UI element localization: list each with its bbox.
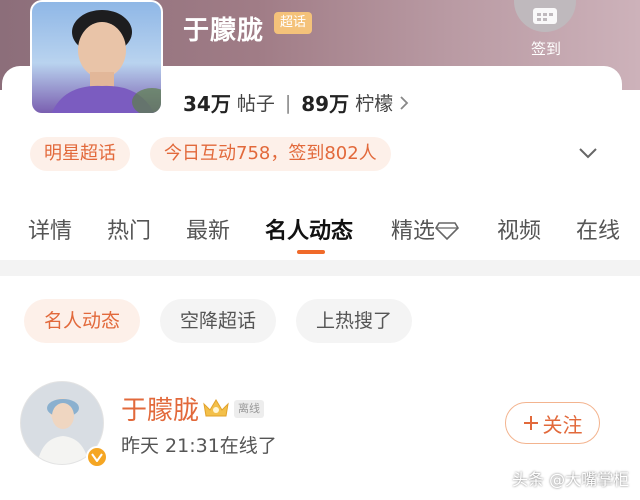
topic-title: 于朦胧 — [183, 16, 265, 46]
tab-details[interactable]: 详情 — [28, 213, 72, 245]
calendar-icon — [533, 8, 557, 24]
subtab-celebrity-updates[interactable]: 名人动态 — [24, 299, 141, 343]
posts-count: 34万 — [183, 92, 231, 116]
plus-icon — [523, 416, 538, 430]
follow-button[interactable]: 关注 — [505, 402, 600, 444]
section-divider — [0, 260, 640, 276]
stats-divider: | — [284, 91, 292, 114]
verified-badge-icon — [86, 446, 108, 468]
tab-featured[interactable]: 精选 — [391, 213, 460, 245]
posts-label: 帖子 — [236, 93, 275, 115]
crown-icon — [203, 399, 229, 417]
follow-label: 关注 — [542, 412, 583, 437]
activity-pill[interactable]: 今日互动758，签到802人 — [150, 137, 391, 171]
lemons-count[interactable]: 89万 — [301, 88, 349, 117]
category-pill[interactable]: 明星超话 — [30, 137, 130, 171]
tab-featured-label: 精选 — [391, 219, 436, 244]
chevron-down-icon[interactable] — [577, 145, 599, 161]
user-online-status: 昨天 21:31在线了 — [121, 435, 277, 457]
offline-tag: 离线 — [234, 400, 264, 418]
tab-online[interactable]: 在线 — [576, 213, 620, 245]
subtab-trending[interactable]: 上热搜了 — [296, 299, 413, 343]
tab-latest[interactable]: 最新 — [186, 213, 230, 245]
active-tab-indicator — [297, 250, 325, 254]
checkin-label[interactable]: 签到 — [522, 38, 570, 59]
tab-hot[interactable]: 热门 — [107, 213, 151, 245]
tab-video[interactable]: 视频 — [497, 213, 541, 245]
topic-stats: 34万 帖子 | 89万 柠檬 — [183, 88, 409, 117]
chevron-right-icon[interactable] — [399, 95, 409, 111]
user-name[interactable]: 于朦胧 — [121, 390, 199, 427]
subtab-airdrop[interactable]: 空降超话 — [160, 299, 277, 343]
person-photo-icon — [51, 10, 161, 113]
diamond-icon — [435, 222, 460, 241]
tab-celebrity-updates[interactable]: 名人动态 — [265, 213, 353, 245]
super-topic-badge: 超话 — [274, 12, 313, 34]
lemons-label[interactable]: 柠檬 — [355, 89, 393, 116]
topic-avatar[interactable] — [30, 0, 163, 115]
watermark: 头条 @大嘴掌柜 — [512, 470, 630, 489]
